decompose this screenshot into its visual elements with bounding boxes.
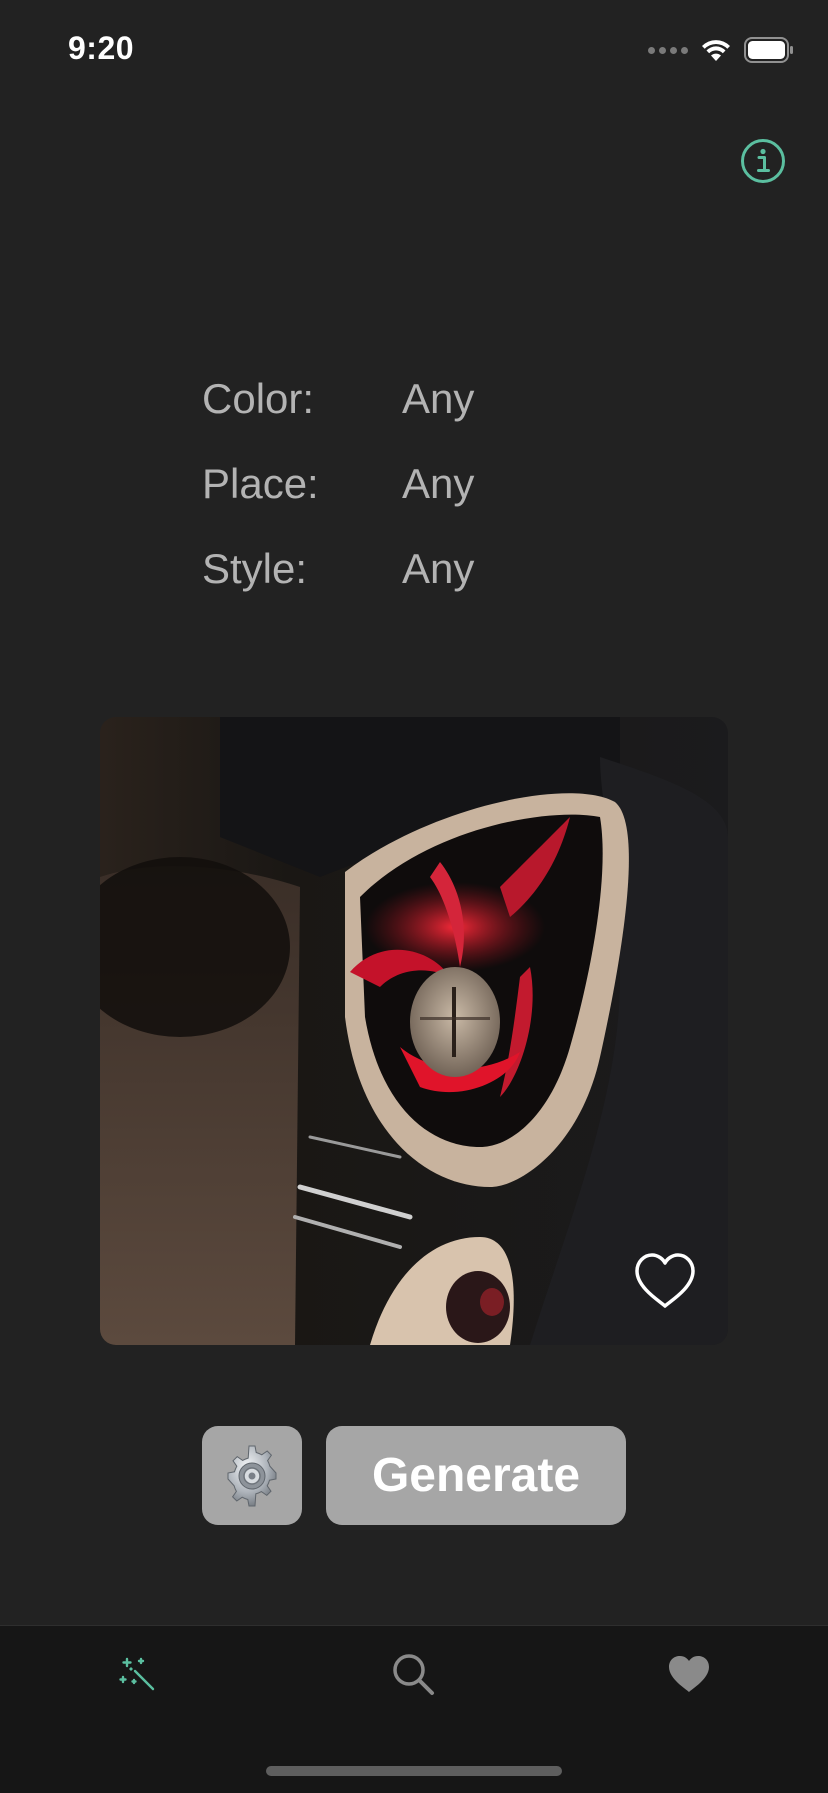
tab-favorites[interactable] — [649, 1644, 729, 1704]
settings-button[interactable] — [202, 1426, 302, 1525]
wifi-icon — [702, 40, 730, 61]
battery-icon — [744, 37, 793, 63]
tab-search[interactable] — [373, 1644, 453, 1704]
info-circle-icon — [741, 139, 785, 183]
gear-icon — [227, 1445, 277, 1506]
magic-wand-icon — [119, 1657, 155, 1691]
filter-label: Color: — [202, 375, 315, 422]
filter-value: Any — [402, 460, 475, 507]
tab-generate[interactable] — [97, 1644, 177, 1704]
favorite-button[interactable] — [633, 1252, 697, 1310]
status-time: 9:20 — [68, 30, 135, 66]
tattoo-artwork — [100, 717, 728, 1345]
search-icon — [393, 1654, 434, 1695]
filter-value: Any — [402, 545, 475, 592]
heart-outline-icon — [635, 1253, 695, 1308]
filter-label: Place: — [202, 460, 319, 507]
home-indicator — [266, 1766, 562, 1776]
filter-value: Any — [402, 375, 475, 422]
info-button[interactable] — [740, 138, 786, 184]
cellular-signal-icon — [648, 46, 688, 54]
heart-icon — [669, 1656, 709, 1692]
status-icons — [648, 36, 794, 64]
filter-label: Style: — [202, 545, 308, 592]
status-bar: 9:20 — [0, 0, 828, 100]
generate-button[interactable]: Generate — [326, 1426, 626, 1525]
generated-tattoo-image — [100, 717, 728, 1345]
